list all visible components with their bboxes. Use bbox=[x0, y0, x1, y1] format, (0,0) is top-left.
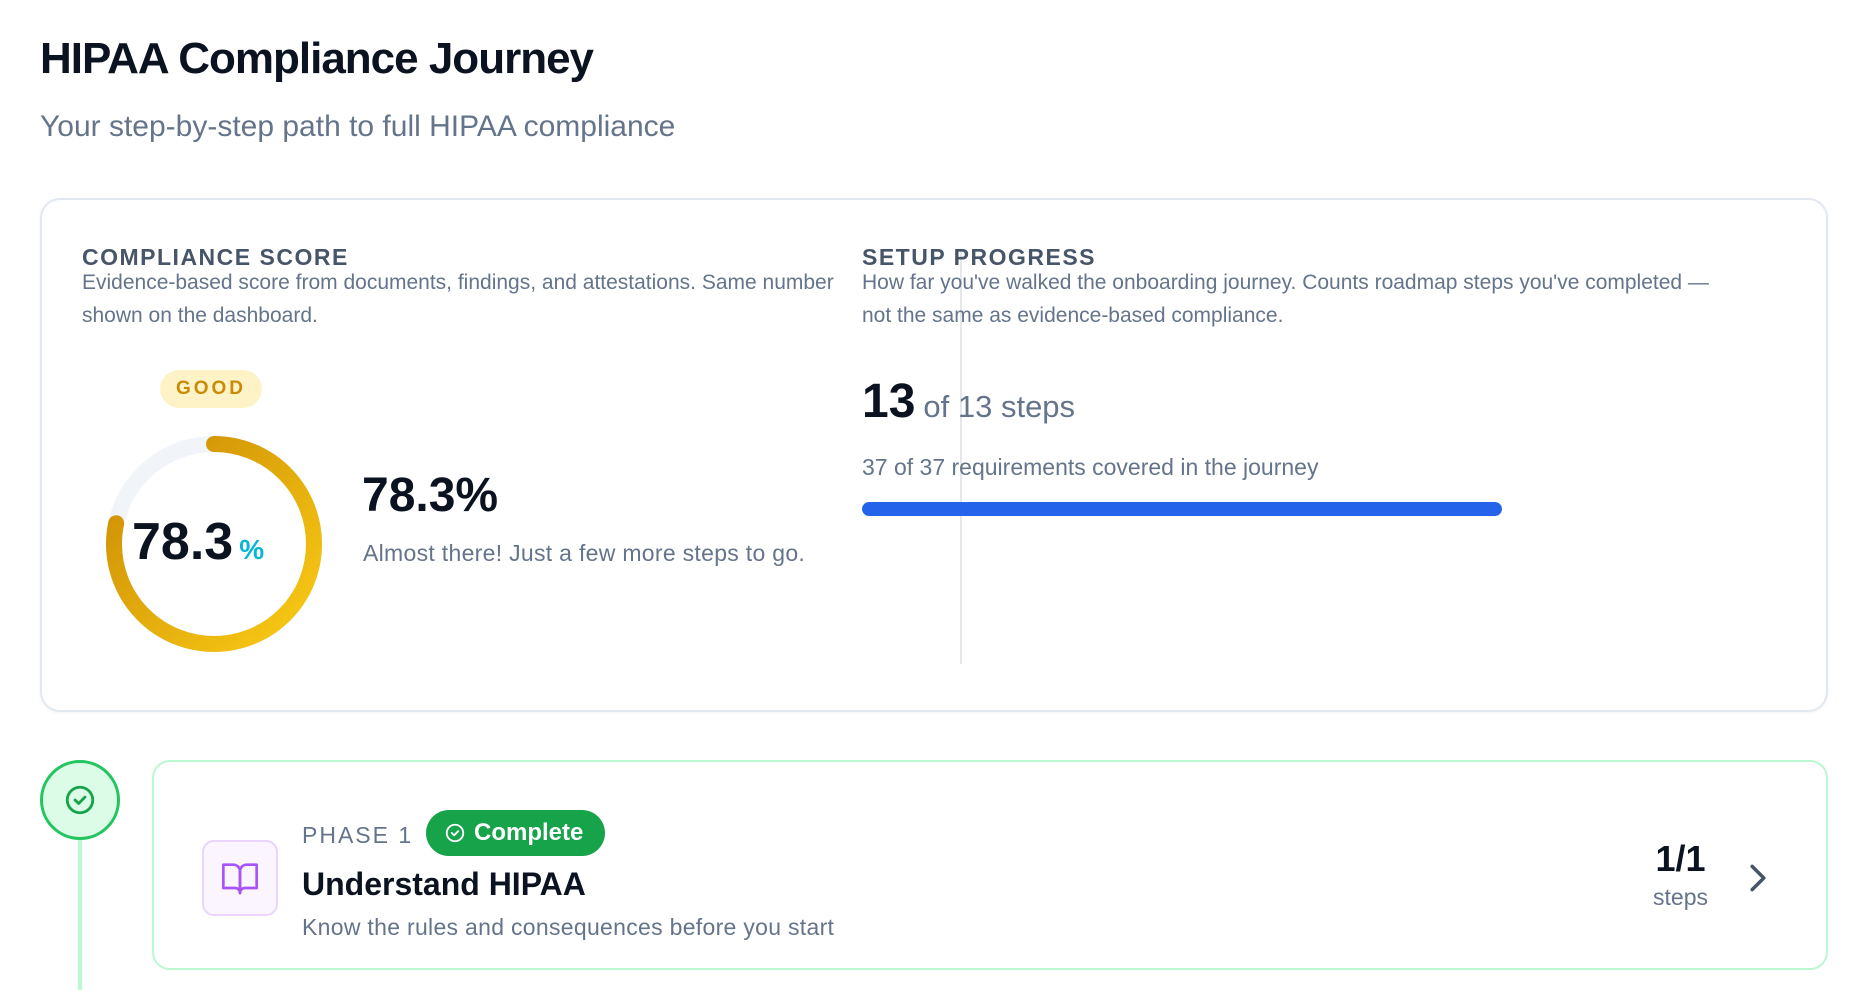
setup-progress-bar bbox=[862, 502, 1502, 516]
phase-status-label: Complete bbox=[474, 819, 584, 846]
setup-progress-description: How far you've walked the onboarding jou… bbox=[862, 271, 1709, 327]
requirements-covered-text: 37 of 37 requirements covered in the jou… bbox=[862, 454, 1319, 480]
phase-steps-label: steps bbox=[1653, 884, 1708, 910]
score-rating-badge: GOOD bbox=[160, 370, 262, 408]
phase-1-timeline-node bbox=[40, 760, 120, 840]
steps-total-text: of 13 steps bbox=[923, 389, 1076, 424]
phase-status-badge: Complete bbox=[426, 810, 606, 856]
compliance-score-value: 78.3% bbox=[362, 469, 499, 522]
score-summary-card: COMPLIANCE SCORE Evidence-based score fr… bbox=[40, 198, 1828, 712]
compliance-score-description: Evidence-based score from documents, fin… bbox=[82, 271, 834, 327]
check-circle-icon bbox=[65, 785, 95, 815]
steps-completed-count: 13 bbox=[862, 375, 916, 428]
phase-label: PHASE 1 bbox=[302, 822, 414, 848]
book-open-icon bbox=[202, 840, 278, 916]
phase-title: Understand HIPAA bbox=[302, 866, 586, 902]
steps-summary: 13 of 13 steps bbox=[862, 374, 1075, 429]
setup-progress-fill bbox=[862, 502, 1502, 516]
phase-steps-count: 1/1 steps bbox=[1653, 838, 1708, 911]
gauge-value: 78.3 bbox=[132, 513, 234, 571]
timeline-connector bbox=[78, 840, 82, 990]
phase-card-1[interactable]: PHASE 1 Complete Understand HIPAA Know t… bbox=[152, 760, 1828, 970]
compliance-score-message: Almost there! Just a few more steps to g… bbox=[363, 540, 806, 566]
chevron-right-icon[interactable] bbox=[1744, 858, 1772, 898]
gauge-unit: % bbox=[239, 534, 265, 565]
phase-steps-value: 1/1 bbox=[1655, 838, 1706, 879]
page-title: HIPAA Compliance Journey bbox=[40, 34, 594, 83]
phase-description: Know the rules and consequences before y… bbox=[302, 914, 835, 940]
page-subtitle: Your step-by-step path to full HIPAA com… bbox=[40, 110, 676, 143]
check-circle-icon bbox=[445, 823, 465, 843]
gauge-value-label: 78.3% bbox=[132, 512, 292, 572]
